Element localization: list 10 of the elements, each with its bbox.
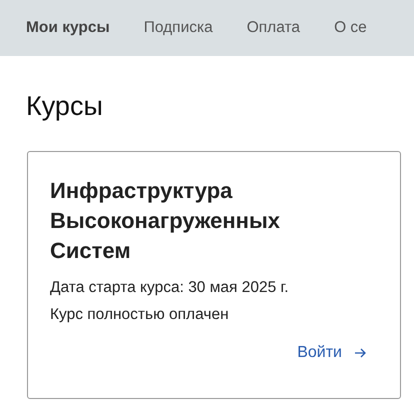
nav-tab[interactable]: Мои курсы (26, 19, 110, 37)
arrow-right-icon (354, 348, 366, 358)
enter-link[interactable]: Войти (297, 344, 366, 362)
payment-status: Курс полностью оплачен (50, 305, 230, 325)
nav-tab[interactable]: О се (334, 19, 367, 37)
nav-tab[interactable]: Подписка (144, 19, 213, 37)
page-title: Курсы (26, 90, 104, 122)
course-title: Инфраструктура Высоконагруженных Систем (50, 177, 281, 265)
start-date: Дата старта курса: 30 мая 2025 г. (50, 278, 290, 298)
nav-tab[interactable]: Оплата (246, 19, 300, 37)
